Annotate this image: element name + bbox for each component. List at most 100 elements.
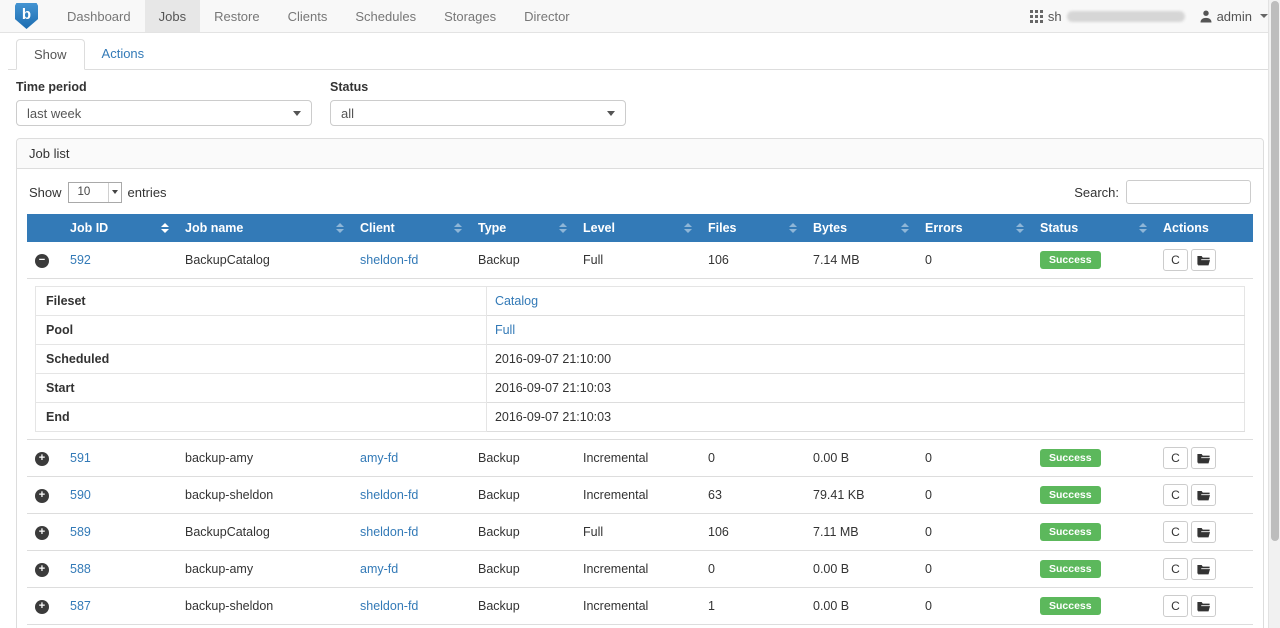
expand-row-icon[interactable]: + — [35, 489, 49, 503]
detail-value-link[interactable]: Full — [495, 323, 515, 337]
nav-item-restore[interactable]: Restore — [200, 0, 274, 32]
bytes-cell: 7.14 MB — [805, 242, 917, 279]
column-header-bytes[interactable]: Bytes — [805, 214, 917, 242]
column-header-job-name[interactable]: Job name — [177, 214, 352, 242]
column-header-job-id[interactable]: Job ID — [62, 214, 177, 242]
restore-files-button[interactable] — [1191, 447, 1216, 469]
sort-desc-arrow — [684, 229, 692, 233]
tab-actions[interactable]: Actions — [85, 39, 162, 70]
type-cell: Backup — [470, 551, 575, 588]
bytes-cell: 7.11 MB — [805, 514, 917, 551]
job-id-link[interactable]: 587 — [70, 599, 91, 613]
detail-label: Start — [36, 374, 487, 403]
client-link[interactable]: sheldon-fd — [360, 525, 418, 539]
detail-label: Pool — [36, 316, 487, 345]
host-name-prefix: sh — [1048, 9, 1062, 24]
client-link[interactable]: amy-fd — [360, 562, 398, 576]
tab-show[interactable]: Show — [16, 39, 85, 70]
restore-files-button[interactable] — [1191, 484, 1216, 506]
expand-cell: + — [27, 551, 62, 588]
navbar: b DashboardJobsRestoreClientsSchedulesSt… — [0, 0, 1280, 33]
time-period-select[interactable]: last week — [16, 100, 312, 126]
job-id-cell: 590 — [62, 477, 177, 514]
expand-row-icon[interactable]: + — [35, 452, 49, 466]
app-brand[interactable]: b — [0, 0, 53, 32]
restart-job-button[interactable]: C — [1163, 447, 1188, 469]
detail-value: Full — [486, 316, 1244, 345]
client-cell: sheldon-fd — [352, 588, 470, 625]
detail-value: 2016-09-07 21:10:03 — [486, 374, 1244, 403]
job-name-cell: backup-amy — [177, 440, 352, 477]
nav-item-storages[interactable]: Storages — [430, 0, 510, 32]
job-id-cell: 587 — [62, 588, 177, 625]
sort-desc-arrow — [559, 229, 567, 233]
job-id-link[interactable]: 591 — [70, 451, 91, 465]
user-menu[interactable]: admin — [1192, 9, 1268, 24]
restore-files-button[interactable] — [1191, 595, 1216, 617]
column-header-status[interactable]: Status — [1032, 214, 1155, 242]
nav-item-director[interactable]: Director — [510, 0, 584, 32]
status-badge: Success — [1040, 597, 1101, 615]
sort-asc-arrow — [684, 223, 692, 227]
level-cell: Full — [575, 625, 700, 628]
job-id-link[interactable]: 588 — [70, 562, 91, 576]
job-id-link[interactable]: 592 — [70, 253, 91, 267]
search-input[interactable] — [1126, 180, 1251, 204]
bytes-cell: 0.00 B — [805, 588, 917, 625]
vertical-scrollbar[interactable] — [1268, 0, 1280, 628]
restore-files-button[interactable] — [1191, 249, 1216, 271]
nav-item-dashboard[interactable]: Dashboard — [53, 0, 145, 32]
sort-desc-arrow — [1016, 229, 1024, 233]
host-indicator[interactable]: sh — [1030, 9, 1185, 24]
client-cell: sheldon-fd — [352, 477, 470, 514]
restart-job-button[interactable]: C — [1163, 558, 1188, 580]
sort-desc-arrow — [789, 229, 797, 233]
client-link[interactable]: sheldon-fd — [360, 488, 418, 502]
status-filter: Status all — [330, 80, 626, 126]
chevron-down-icon — [293, 111, 301, 116]
job-detail-table: FilesetCatalogPoolFullScheduled2016-09-0… — [35, 286, 1245, 432]
restart-job-button[interactable]: C — [1163, 595, 1188, 617]
restart-job-button[interactable]: C — [1163, 521, 1188, 543]
nav-item-clients[interactable]: Clients — [274, 0, 342, 32]
sort-desc-arrow — [454, 229, 462, 233]
expand-row-icon[interactable]: + — [35, 563, 49, 577]
client-link[interactable]: sheldon-fd — [360, 599, 418, 613]
column-header-level[interactable]: Level — [575, 214, 700, 242]
restore-files-button[interactable] — [1191, 558, 1216, 580]
nav-item-jobs[interactable]: Jobs — [145, 0, 200, 32]
nav-item-schedules[interactable]: Schedules — [341, 0, 430, 32]
job-id-link[interactable]: 590 — [70, 488, 91, 502]
user-icon — [1200, 10, 1212, 23]
job-id-link[interactable]: 589 — [70, 525, 91, 539]
status-cell: Success — [1032, 440, 1155, 477]
job-actions: C — [1163, 558, 1245, 580]
table-row: +589BackupCatalogsheldon-fdBackupFull106… — [27, 514, 1253, 551]
files-cell: 106 — [700, 242, 805, 279]
column-header-errors[interactable]: Errors — [917, 214, 1032, 242]
time-period-label: Time period — [16, 80, 312, 94]
page-size-select[interactable]: 10 — [68, 182, 122, 203]
restore-files-button[interactable] — [1191, 521, 1216, 543]
column-header-files[interactable]: Files — [700, 214, 805, 242]
detail-value-link[interactable]: Catalog — [495, 294, 538, 308]
expand-row-icon[interactable]: + — [35, 600, 49, 614]
column-header-type[interactable]: Type — [470, 214, 575, 242]
level-cell: Incremental — [575, 477, 700, 514]
restart-job-button[interactable]: C — [1163, 484, 1188, 506]
table-header-row: Job IDJob nameClientTypeLevelFilesBytesE… — [27, 214, 1253, 242]
files-cell: 0 — [700, 440, 805, 477]
expand-row-icon[interactable]: + — [35, 526, 49, 540]
restart-job-button[interactable]: C — [1163, 249, 1188, 271]
errors-cell: 0 — [917, 242, 1032, 279]
scrollbar-thumb[interactable] — [1271, 1, 1279, 541]
client-link[interactable]: sheldon-fd — [360, 253, 418, 267]
client-link[interactable]: amy-fd — [360, 451, 398, 465]
column-header-client[interactable]: Client — [352, 214, 470, 242]
time-period-value: last week — [27, 106, 81, 121]
type-cell: Backup — [470, 588, 575, 625]
sort-icon — [789, 223, 797, 233]
status-select[interactable]: all — [330, 100, 626, 126]
collapse-row-icon[interactable]: − — [35, 254, 49, 268]
errors-cell: 0 — [917, 440, 1032, 477]
